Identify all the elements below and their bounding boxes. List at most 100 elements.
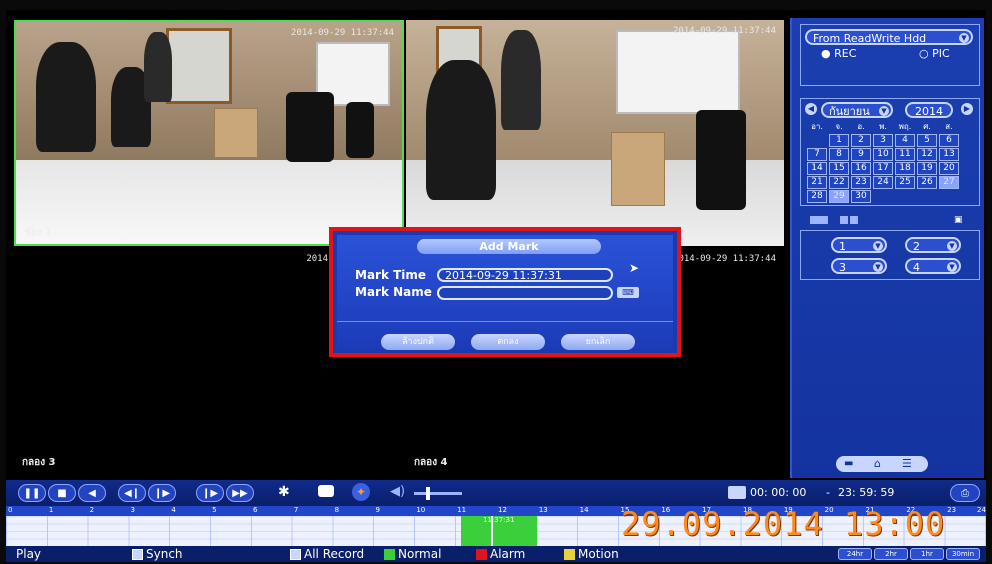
chevron-down-icon: ▼	[959, 33, 969, 43]
next-month-icon[interactable]: ▶	[961, 103, 973, 115]
cancel-button[interactable]: ยกเลิก	[561, 334, 635, 350]
time-range-end: 23: 59: 59	[838, 486, 895, 499]
fast-forward-button[interactable]: ▶▶	[226, 484, 254, 502]
year-field[interactable]: 2014	[905, 102, 953, 118]
view-mode-group: ▬ ⌂ ☰	[836, 456, 928, 472]
zoom-24hr-button[interactable]: 24hr	[838, 548, 872, 560]
cam2-board	[616, 30, 740, 114]
alarm-checkbox[interactable]: Alarm	[476, 547, 525, 561]
prev-month-icon[interactable]: ◀	[805, 103, 817, 115]
alarm-label: Alarm	[490, 547, 526, 561]
calendar-empty-cell	[873, 190, 893, 203]
channel-select-1[interactable]: 1 ▼	[831, 237, 887, 253]
layout-4-icon[interactable]	[840, 216, 858, 224]
month-dropdown[interactable]: กันยายน ▼	[821, 102, 893, 118]
mark-time-field[interactable]: 2014-09-29 11:37:31	[437, 268, 613, 282]
mark-time-label: Mark Time	[355, 268, 427, 282]
channel-select-label: 3	[839, 261, 846, 274]
calendar-day[interactable]: 3	[873, 134, 893, 147]
channel-select-2[interactable]: 2 ▼	[905, 237, 961, 253]
calendar-day[interactable]: 28	[807, 190, 827, 203]
channel-select-label: 4	[913, 261, 920, 274]
calendar-day[interactable]: 17	[873, 162, 893, 175]
slow-play-button[interactable]: ❙▶	[196, 484, 224, 502]
channel-select-3[interactable]: 3 ▼	[831, 258, 887, 274]
rec-radio[interactable]: ● REC	[821, 47, 856, 60]
all-record-checkbox[interactable]: All Record	[290, 547, 364, 561]
calendar-day[interactable]: 15	[829, 162, 849, 175]
snapshot-icon[interactable]	[318, 485, 334, 497]
ok-button[interactable]: ตกลง	[471, 334, 545, 350]
camera-timestamp: 2014-09-29 11:37:44	[673, 26, 776, 36]
calendar-day[interactable]: 26	[917, 176, 937, 189]
checkbox-icon	[476, 549, 487, 560]
calendar-day[interactable]: 14	[807, 162, 827, 175]
calendar-day[interactable]: 20	[939, 162, 959, 175]
chevron-down-icon: ▼	[879, 106, 889, 116]
camera-tile-1[interactable]: 2014-09-29 11:37:44 ช่อง 1	[14, 20, 404, 246]
calendar-day[interactable]: 23	[851, 176, 871, 189]
calendar-day[interactable]: 10	[873, 148, 893, 161]
synch-checkbox[interactable]: Synch	[132, 547, 183, 561]
zoom-1hr-button[interactable]: 1hr	[910, 548, 944, 560]
cam1-chair	[346, 102, 374, 158]
home-icon[interactable]: ⌂	[874, 457, 881, 470]
calendar-day[interactable]: 5	[917, 134, 937, 147]
motion-checkbox[interactable]: Motion	[564, 547, 619, 561]
calendar-day[interactable]: 8	[829, 148, 849, 161]
calendar-day[interactable]: 21	[807, 176, 827, 189]
volume-slider-handle[interactable]	[426, 487, 430, 500]
calendar-day[interactable]: 24	[873, 176, 893, 189]
save-icon[interactable]: ⎙	[950, 484, 980, 502]
calendar-day[interactable]: 22	[829, 176, 849, 189]
channel-select-4[interactable]: 4 ▼	[905, 258, 961, 274]
layout-1-icon[interactable]	[810, 216, 828, 224]
pause-button[interactable]: ❚❚	[18, 484, 46, 502]
source-dropdown-label: From ReadWrite Hdd	[813, 32, 927, 45]
source-dropdown[interactable]: From ReadWrite Hdd ▼	[805, 29, 973, 45]
calendar-day[interactable]: 13	[939, 148, 959, 161]
zoom-2hr-button[interactable]: 2hr	[874, 548, 908, 560]
calendar-day[interactable]: 2	[851, 134, 871, 147]
time-range-start: 00: 00: 00	[750, 486, 807, 499]
pic-radio[interactable]: ○ PIC	[919, 47, 950, 60]
calendar-day[interactable]: 16	[851, 162, 871, 175]
calendar-day[interactable]: 11	[895, 148, 915, 161]
calendar-day[interactable]: 27	[939, 176, 959, 189]
calendar-day[interactable]: 1	[829, 134, 849, 147]
calendar-day[interactable]: 4	[895, 134, 915, 147]
list-icon[interactable]: ☰	[902, 457, 912, 470]
step-forward-button[interactable]: ❙▶	[148, 484, 176, 502]
calendar-day[interactable]: 30	[851, 190, 871, 203]
radio-selected-icon: ●	[821, 47, 831, 60]
smart-search-icon[interactable]: ✱	[278, 484, 290, 500]
normal-checkbox[interactable]: Normal	[384, 547, 441, 561]
calendar-day[interactable]: 18	[895, 162, 915, 175]
calendar-day[interactable]: 7	[807, 148, 827, 161]
stop-button[interactable]: ■	[48, 484, 76, 502]
zoom-30min-button[interactable]: 30min	[946, 548, 980, 560]
mark-name-input[interactable]	[437, 286, 613, 300]
video-mode-icon[interactable]: ▬	[844, 458, 853, 469]
volume-slider[interactable]	[414, 487, 462, 500]
zoom-buttons: 24hr 2hr 1hr 30min	[838, 548, 982, 560]
timeline-hour-label: 1	[48, 506, 54, 514]
play-backward-button[interactable]: ◀	[78, 484, 106, 502]
volume-icon[interactable]: ◀)	[390, 484, 405, 499]
keyboard-icon[interactable]: ⌨	[617, 287, 639, 298]
calendar-day[interactable]: 25	[895, 176, 915, 189]
calendar-day[interactable]: 29	[829, 190, 849, 203]
calendar-day[interactable]: 6	[939, 134, 959, 147]
timeline-hour-label: 10	[416, 506, 426, 514]
timeline-cursor[interactable]	[491, 516, 493, 546]
clear-button[interactable]: ล้างปกติ	[381, 334, 455, 350]
calendar-day[interactable]: 12	[917, 148, 937, 161]
camera-label: กลอง 3	[22, 457, 56, 468]
camera-tile-2[interactable]: 2014-09-29 11:37:44	[406, 20, 784, 246]
calendar-day[interactable]: 19	[917, 162, 937, 175]
calendar-day[interactable]: 9	[851, 148, 871, 161]
fit-screen-icon[interactable]: ▣	[954, 215, 970, 225]
add-mark-icon[interactable]: ✦	[352, 483, 370, 501]
calendar-empty-cell	[917, 190, 937, 203]
step-back-button[interactable]: ◀❙	[118, 484, 146, 502]
